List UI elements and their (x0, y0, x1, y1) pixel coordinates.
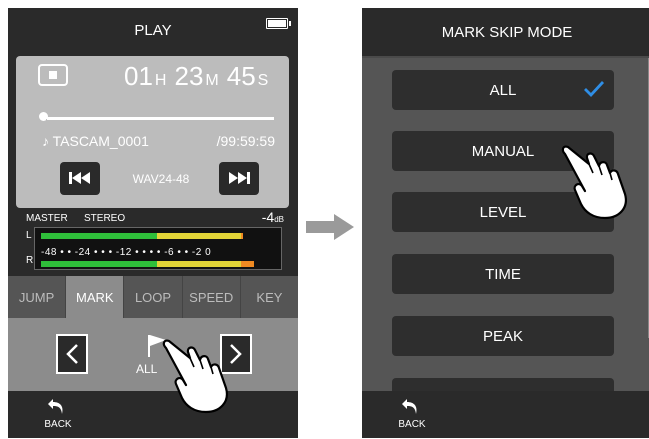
skip-back-icon (69, 171, 91, 187)
battery-icon (266, 18, 291, 29)
back-button[interactable]: BACK (392, 397, 432, 437)
stereo-label: STEREO (84, 213, 126, 224)
play-screen: PLAY 01 H 23 M 45 S ♪ TASCAM_0001 /99:59:59 W… (8, 8, 298, 438)
level-meter-area: MASTER STEREO -4dB L R -48 • • -24 • • •… (8, 208, 298, 272)
mark-skip-mode-screen: MARK SKIP MODE ALL MANUAL LEVEL TIME PEA… (362, 8, 649, 438)
master-gain: -4dB (262, 209, 284, 225)
playback-info-panel: 01 H 23 M 45 S ♪ TASCAM_0001 /99:59:59 WAV24-… (16, 56, 289, 208)
option-manual-label: MANUAL (471, 142, 535, 160)
option-time[interactable]: TIME (392, 254, 614, 294)
skip-forward-button[interactable] (219, 162, 259, 195)
skip-forward-icon (228, 171, 250, 187)
skip-back-button[interactable] (60, 162, 100, 195)
tab-jump[interactable]: JUMP (8, 276, 67, 318)
play-footer: BACK (8, 391, 298, 438)
playback-position-knob[interactable] (39, 112, 48, 121)
back-button[interactable]: BACK (38, 397, 78, 437)
counter-hours: 01 (124, 61, 153, 91)
left-channel-label: L (26, 230, 32, 241)
back-label: BACK (44, 419, 72, 430)
time-counter: 01 H 23 M 45 S (124, 61, 268, 92)
tab-key[interactable]: KEY (241, 276, 298, 318)
mark-skip-title: MARK SKIP MODE (362, 8, 649, 56)
option-more[interactable] (392, 378, 614, 391)
master-label: MASTER (26, 213, 68, 224)
right-channel-label: R (26, 255, 34, 266)
gain-unit: dB (274, 215, 284, 224)
option-all-label: ALL (489, 81, 517, 99)
back-arrow-icon (48, 399, 63, 414)
file-name: ♪ TASCAM_0001 (42, 133, 149, 149)
prev-mark-button[interactable] (56, 334, 88, 374)
tab-loop[interactable]: LOOP (124, 276, 183, 318)
tab-mark[interactable]: MARK (66, 276, 125, 318)
checkmark-icon (584, 81, 605, 98)
playback-progress-bar[interactable] (42, 117, 274, 120)
file-format: WAV24-48 (132, 172, 190, 186)
option-level-label: LEVEL (479, 203, 527, 221)
counter-minutes: 23 (174, 61, 204, 91)
pointing-hand-icon (561, 145, 627, 220)
pointing-hand-icon (162, 339, 228, 414)
counter-minutes-unit: M (205, 72, 219, 89)
option-time-label: TIME (485, 265, 521, 283)
function-tabs: JUMP MARK LOOP SPEED KEY (8, 276, 298, 318)
level-meter: -48 • • -24 • • • -12 • • • • -6 • • -2 … (34, 227, 282, 270)
mark-skip-footer: BACK (362, 391, 649, 438)
back-arrow-icon (402, 399, 417, 414)
transition-arrow-icon (306, 214, 354, 240)
option-peak-label: PEAK (482, 327, 524, 345)
play-title: PLAY (134, 21, 172, 39)
option-peak[interactable]: PEAK (392, 316, 614, 356)
option-all[interactable]: ALL (392, 70, 614, 110)
play-title-bar: PLAY (8, 8, 298, 52)
mode-options-list: ALL MANUAL LEVEL TIME PEAK (362, 58, 649, 391)
back-label: BACK (398, 419, 426, 430)
counter-seconds: 45 (226, 61, 256, 91)
mark-controls: ALL (8, 318, 298, 391)
meter-scale: -48 • • -24 • • • -12 • • • • -6 • • -2 … (41, 247, 212, 258)
mark-skip-mode-label[interactable]: ALL (136, 362, 157, 376)
stop-icon[interactable] (38, 64, 68, 86)
tab-speed[interactable]: SPEED (183, 276, 241, 318)
counter-seconds-unit: S (257, 72, 269, 89)
remaining-time: /99:59:59 (216, 133, 275, 149)
gain-value: -4 (261, 209, 275, 225)
chevron-left-icon (66, 344, 78, 364)
counter-hours-unit: H (154, 72, 167, 89)
